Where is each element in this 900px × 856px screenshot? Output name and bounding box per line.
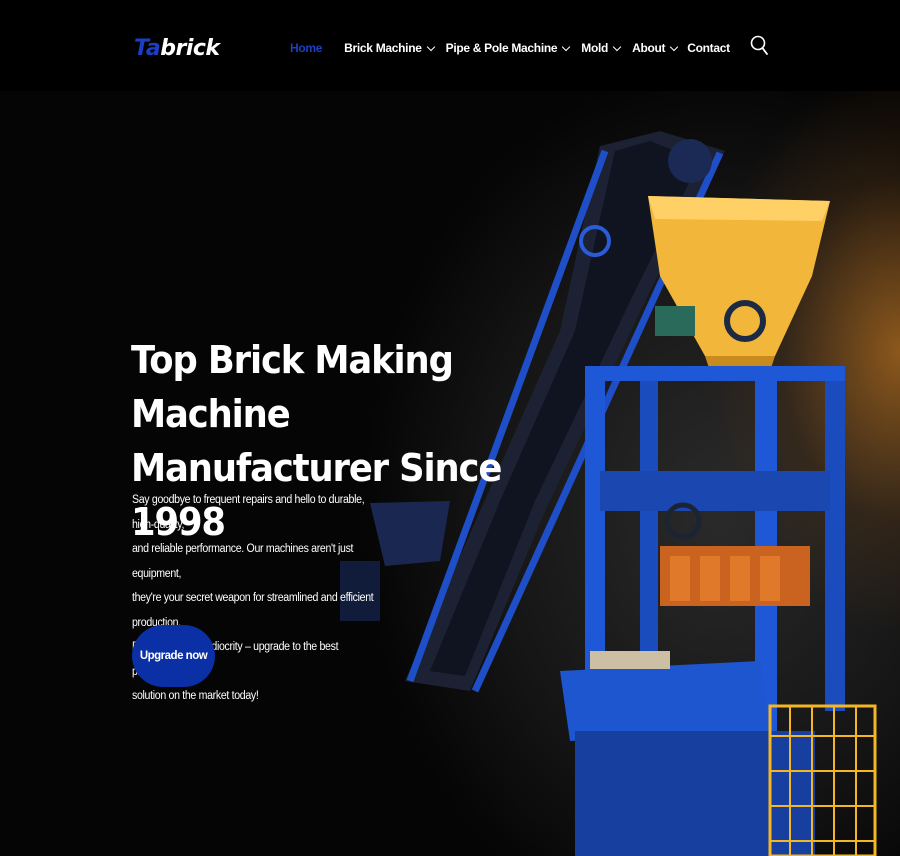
nav-label: Mold [581,41,609,55]
logo-part-1: Ta [134,36,161,61]
logo-part-2: brick [160,36,220,61]
nav-label: Pipe & Pole Machine [445,41,558,55]
nav-item-contact[interactable]: Contact [687,41,730,55]
cta-label: Upgrade now [139,650,208,662]
site-header: Tabrick Home Brick Machine Pipe & Pole M… [0,0,900,91]
hero-title-line-1: Top Brick Making Machine [131,338,454,436]
nav-label: Contact [687,41,730,55]
brand-logo[interactable]: Tabrick [134,34,220,64]
nav-item-brick-machine[interactable]: Brick Machine [344,41,435,55]
search-icon [750,35,768,55]
hero-desc-line: Say goodbye to frequent repairs and hell… [132,494,365,531]
search-button[interactable] [748,33,770,57]
nav-label: Brick Machine [344,41,422,55]
nav-label: About [632,41,666,55]
nav-item-home[interactable]: Home [290,41,322,55]
hero-desc-line: they're your secret weapon for streamlin… [132,592,374,629]
hero-desc-line: and reliable performance. Our machines a… [132,543,354,580]
nav-label: Home [290,41,323,55]
chevron-down-icon [562,42,571,51]
chevron-down-icon [426,42,435,51]
chevron-down-icon [612,42,622,51]
nav-item-pipe-pole-machine[interactable]: Pipe & Pole Machine [445,41,571,55]
hero-desc-line: solution on the market today! [132,690,259,702]
chevron-down-icon [669,42,679,51]
upgrade-now-button[interactable]: Upgrade now [132,625,215,687]
hero-section: Top Brick Making Machine Manufacturer Si… [0,91,900,856]
nav-item-mold[interactable]: Mold [581,41,622,55]
main-nav: Home Brick Machine Pipe & Pole Machine M… [290,38,730,58]
nav-item-about[interactable]: About [632,41,679,55]
